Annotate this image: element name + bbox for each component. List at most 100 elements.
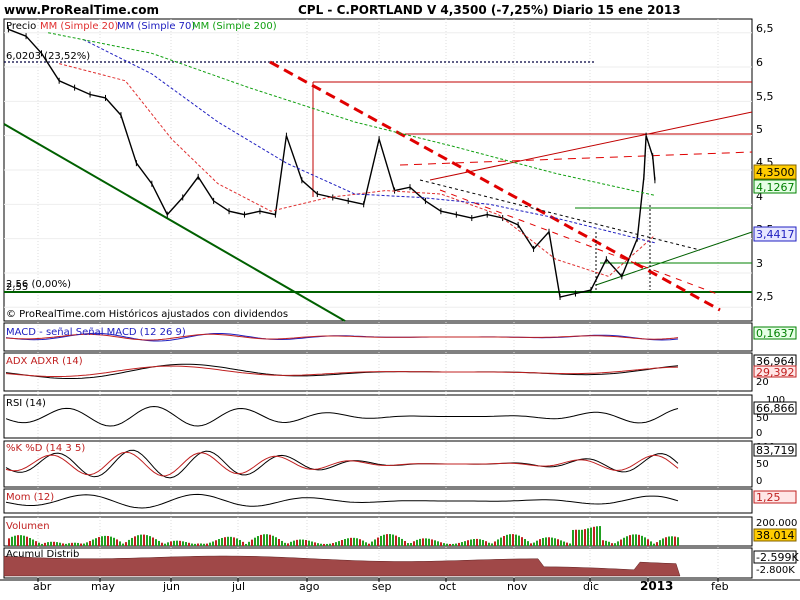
volume-bar-79	[245, 543, 247, 546]
volume-bar-148	[452, 543, 454, 546]
panel-backgrounds	[0, 18, 800, 581]
volume-bar-58	[182, 541, 184, 546]
volume-bar-218	[662, 538, 664, 546]
volume-bar-84	[260, 534, 262, 546]
ytick-5-5: 5,5	[756, 90, 774, 103]
volume-bar-178	[542, 538, 544, 546]
macd-label: MACD - señal Señal MACD (12 26 9)	[6, 327, 186, 338]
month-2013: 2013	[640, 579, 673, 593]
legend-sma200: MM (Simple 200)	[192, 21, 277, 32]
volume-bar-86	[266, 534, 268, 546]
volume-bar-117	[359, 539, 361, 546]
volume-bar-196	[596, 526, 598, 546]
volume-bar-153	[467, 540, 469, 546]
volume-bar-120	[368, 543, 370, 546]
volume-bar-141	[431, 539, 433, 546]
volume-bar-9	[35, 541, 37, 546]
volume-bar-216	[656, 542, 658, 546]
volume-bar-7	[29, 537, 31, 546]
volume-bar-72	[224, 537, 226, 546]
volume-bar-220	[668, 536, 670, 546]
site-title[interactable]: www.ProRealTime.com	[4, 3, 159, 17]
ytick-2-5: 2,5	[756, 290, 774, 303]
volume-bar-166	[506, 534, 508, 546]
volume-bar-59	[185, 542, 187, 546]
volume-bar-200	[608, 541, 610, 546]
volume-bar-102	[314, 542, 316, 546]
volume-bar-0	[8, 538, 10, 546]
volume-bar-155	[473, 539, 475, 546]
volume-bar-164	[500, 537, 502, 546]
volume-bar-112	[344, 539, 346, 546]
tag-sma200: 4,1267	[756, 181, 795, 194]
volume-bar-15	[53, 541, 55, 546]
volume-bar-74	[230, 536, 232, 546]
volume-bar-122	[374, 539, 376, 546]
volume-bar-70	[218, 539, 220, 546]
volume-bar-217	[659, 540, 661, 546]
watermark: © ProRealTime.com Históricos ajustados c…	[6, 308, 288, 320]
volume-bar-93	[287, 543, 289, 546]
volume-bar-171	[521, 537, 523, 546]
ytick-3: 3	[756, 257, 763, 270]
volume-bar-62	[194, 543, 196, 546]
volume-bar-71	[221, 537, 223, 546]
rsi-label: RSI (14)	[6, 398, 46, 409]
volume-bar-195	[593, 526, 595, 546]
volume-bar-90	[278, 538, 280, 546]
adxr-value: 29,392	[756, 366, 795, 379]
volume-bar-48	[152, 537, 154, 546]
stoch-axis-0: 0	[756, 476, 762, 487]
volume-bar-160	[488, 542, 490, 546]
volume-bar-168	[512, 534, 514, 546]
volume-bar-16	[56, 542, 58, 546]
volume-bar-52	[164, 543, 166, 546]
volume-bar-88	[272, 535, 274, 546]
volume-bar-189	[575, 529, 577, 546]
volume-bar-3	[17, 535, 19, 546]
volume-bar-97	[299, 539, 301, 546]
month-sep: sep	[372, 580, 391, 593]
chart-title: CPL - C.PORTLAND V 4,3500 (-7,25%) Diari…	[298, 3, 681, 17]
volume-bar-210	[638, 534, 640, 546]
volume-bar-144	[440, 542, 442, 546]
volume-bar-137	[419, 538, 421, 546]
volume-bar-85	[263, 534, 265, 546]
volume-bar-204	[620, 539, 622, 546]
volume-bar-83	[257, 536, 259, 546]
volume-bar-81	[251, 539, 253, 546]
volume-bar-69	[215, 540, 217, 546]
volume-bar-89	[275, 537, 277, 546]
volume-bar-206	[626, 536, 628, 546]
volume-bar-37	[119, 541, 121, 546]
volume-bar-161	[491, 543, 493, 546]
volume-bar-146	[446, 543, 448, 546]
volume-bar-150	[458, 542, 460, 546]
volume-bar-213	[647, 539, 649, 546]
volume-bar-61	[191, 543, 193, 546]
volume-bar-114	[350, 537, 352, 546]
volume-bar-95	[293, 540, 295, 546]
volume-bar-104	[320, 543, 322, 546]
volume-bar-29	[95, 538, 97, 546]
volume-bar-17	[59, 542, 61, 546]
volume-bar-197	[599, 526, 601, 546]
volume-bar-36	[116, 539, 118, 546]
month-may: may	[91, 580, 115, 593]
volume-bar-130	[398, 537, 400, 546]
volume-bar-149	[455, 543, 457, 546]
volume-bar-73	[227, 536, 229, 546]
volume-bar-56	[176, 540, 178, 546]
volume-bar-198	[602, 540, 604, 546]
volume-bar-208	[632, 534, 634, 546]
ad-axis: -2.800K	[756, 565, 795, 576]
volume-bar-47	[149, 536, 151, 546]
month-feb: feb	[711, 580, 729, 593]
tag-sma70: 3,4417	[756, 228, 795, 241]
volume-bar-18	[62, 543, 64, 546]
volume-bar-30	[98, 537, 100, 546]
volume-bar-124	[380, 535, 382, 546]
volume-bar-67	[209, 542, 211, 546]
volume-bar-75	[233, 537, 235, 546]
volume-bar-177	[539, 539, 541, 546]
